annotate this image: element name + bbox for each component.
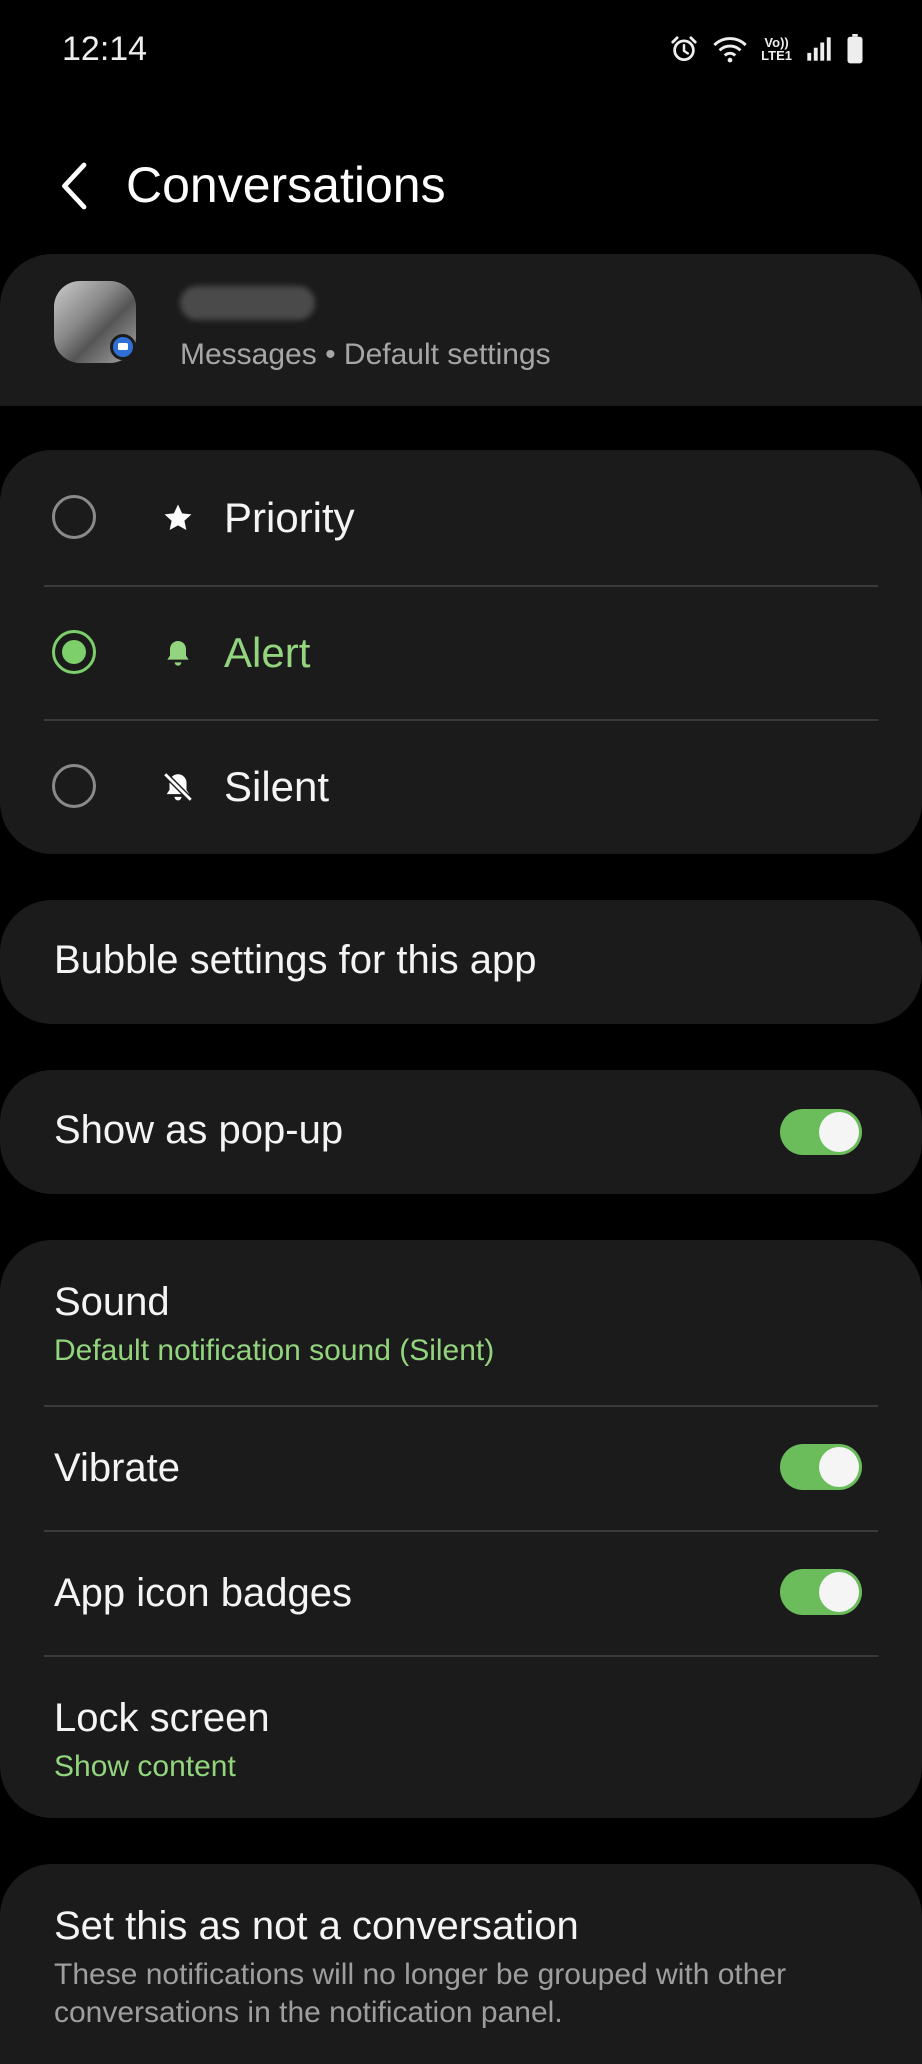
messages-app-badge-icon xyxy=(110,334,136,360)
lock-screen-label: Lock screen xyxy=(54,1696,270,1740)
vibrate-toggle[interactable] xyxy=(780,1444,862,1490)
vibrate-label: Vibrate xyxy=(54,1446,181,1490)
bell-icon xyxy=(158,633,198,673)
status-time: 12:14 xyxy=(62,30,148,68)
back-button[interactable] xyxy=(50,158,100,214)
conversation-header: Messages • Default settings xyxy=(0,254,922,406)
bell-off-icon xyxy=(158,767,198,807)
chevron-left-icon xyxy=(62,162,87,210)
network-type-label: Vo)) LTE1 xyxy=(761,36,792,62)
lte-label: LTE1 xyxy=(761,48,792,63)
silent-radio[interactable] xyxy=(52,764,96,808)
toggle-knob xyxy=(819,1572,859,1612)
not-conversation-description: These notifications will no longer be gr… xyxy=(54,1958,787,2029)
option-silent[interactable]: Silent xyxy=(0,719,922,853)
alert-label: Alert xyxy=(224,629,311,676)
importance-options: Priority Alert Silent xyxy=(0,450,922,854)
not-conversation-button[interactable]: Set this as not a conversation These not… xyxy=(0,1864,922,2064)
sound-value: Default notification sound (Silent) xyxy=(54,1334,495,1367)
lock-screen-row[interactable]: Lock screen Show content xyxy=(0,1656,922,1818)
alarm-icon xyxy=(669,34,699,64)
star-icon xyxy=(158,498,198,538)
sound-label: Sound xyxy=(54,1280,170,1324)
bubble-settings-label: Bubble settings for this app xyxy=(54,938,537,982)
not-conversation-title: Set this as not a conversation xyxy=(54,1904,579,1948)
status-bar: 12:14 Vo)) LTE1 xyxy=(0,0,922,100)
sound-row[interactable]: Sound Default notification sound (Silent… xyxy=(0,1240,922,1404)
alert-radio[interactable] xyxy=(52,630,96,674)
priority-label: Priority xyxy=(224,494,355,541)
toggle-knob xyxy=(819,1112,859,1152)
wifi-icon xyxy=(713,34,747,64)
priority-radio[interactable] xyxy=(52,495,96,539)
toggle-knob xyxy=(819,1447,859,1487)
signal-icon xyxy=(806,36,832,62)
option-alert[interactable]: Alert xyxy=(0,585,922,719)
contact-name xyxy=(180,286,315,320)
status-icons: Vo)) LTE1 xyxy=(669,34,864,64)
show-popup-label: Show as pop-up xyxy=(54,1108,344,1152)
lock-screen-value: Show content xyxy=(54,1750,236,1783)
page-title: Conversations xyxy=(126,157,446,213)
option-priority[interactable]: Priority xyxy=(0,450,922,584)
conversation-subtitle: Messages • Default settings xyxy=(180,338,551,371)
show-popup-row[interactable]: Show as pop-up xyxy=(0,1070,922,1194)
notification-settings: Sound Default notification sound (Silent… xyxy=(0,1240,922,1818)
battery-icon xyxy=(846,34,864,64)
app-icon-badges-label: App icon badges xyxy=(54,1571,353,1615)
silent-label: Silent xyxy=(224,763,330,810)
app-bar: Conversations xyxy=(0,140,922,230)
vibrate-row[interactable]: Vibrate xyxy=(0,1406,922,1530)
show-popup-toggle[interactable] xyxy=(780,1109,862,1155)
bubble-settings-button[interactable]: Bubble settings for this app xyxy=(0,900,922,1024)
app-icon-badges-row[interactable]: App icon badges xyxy=(0,1531,922,1655)
app-icon-badges-toggle[interactable] xyxy=(780,1569,862,1615)
